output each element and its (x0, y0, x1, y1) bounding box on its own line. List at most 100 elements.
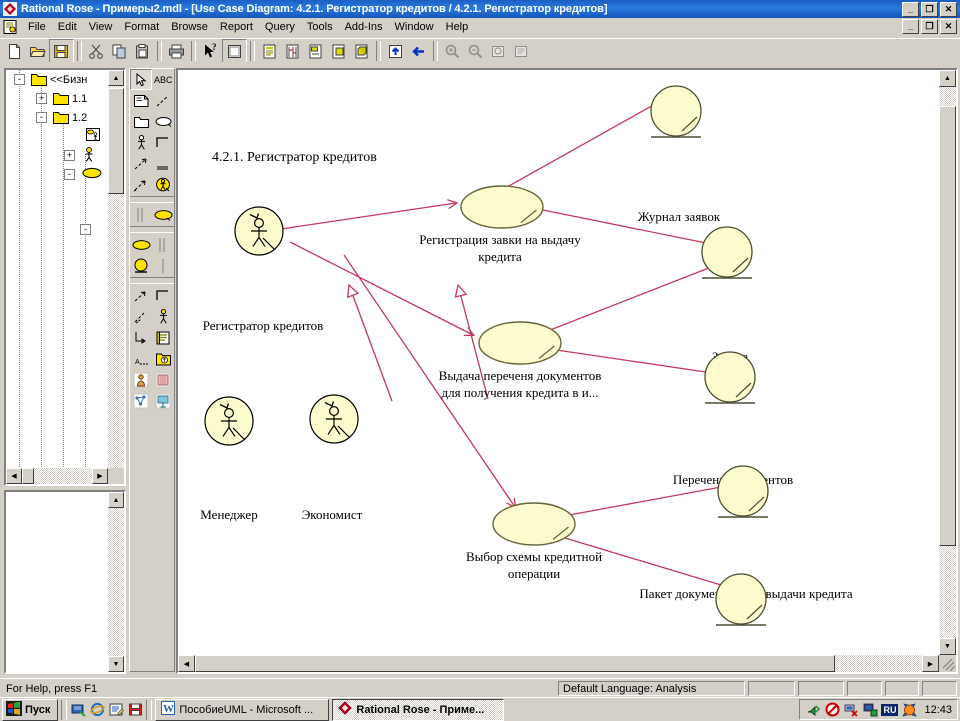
divider-lines-tool[interactable] (130, 204, 152, 225)
tree-toggle[interactable]: - (80, 224, 91, 235)
tree-toggle[interactable]: - (64, 169, 75, 180)
use-case-vydacha-perechenya[interactable] (477, 320, 563, 369)
taskbar-item-rational-rose[interactable]: Rational Rose - Приме... (332, 698, 505, 721)
package-tool[interactable] (130, 111, 152, 132)
open-icon[interactable] (26, 40, 49, 62)
network-disconnected-icon[interactable] (843, 702, 859, 718)
tree-node-1-1[interactable]: + 1.1 (6, 89, 108, 108)
business-use-case-tool[interactable] (152, 204, 174, 225)
scroll-down-button[interactable]: ▼ (939, 638, 956, 655)
scroll-track[interactable] (108, 508, 124, 656)
tree-toggle[interactable]: + (36, 93, 47, 104)
paste-icon[interactable] (131, 40, 154, 62)
business-use-case-realization-tool[interactable] (130, 174, 152, 195)
generalization-tool[interactable] (152, 153, 174, 174)
collaboration-diagram-icon[interactable] (304, 40, 327, 62)
business-worker-tool[interactable] (130, 369, 152, 390)
dependency-tool[interactable] (130, 153, 152, 174)
tree-toggle[interactable]: + (64, 150, 75, 161)
entity-paket-dokumentov[interactable] (716, 464, 776, 525)
scroll-thumb[interactable] (108, 88, 124, 194)
blocked-icon[interactable] (824, 702, 840, 718)
scroll-thumb[interactable] (939, 106, 956, 546)
menu-item-help[interactable]: Help (440, 20, 475, 34)
actor-registrator-kreditov[interactable] (233, 205, 285, 260)
browse-previous-icon[interactable] (407, 40, 430, 62)
language-indicator[interactable]: RU (881, 703, 899, 716)
entity-tool[interactable] (130, 255, 152, 276)
selection-tool[interactable] (130, 69, 152, 90)
internet-explorer-icon[interactable] (89, 702, 105, 718)
interaction-diagram-icon[interactable] (281, 40, 304, 62)
entity-zhurnal-zayavok[interactable] (649, 84, 709, 145)
association-arrow-tool[interactable] (130, 285, 152, 306)
print-icon[interactable] (165, 40, 188, 62)
realize-tool[interactable] (130, 306, 152, 327)
browser-vertical-scrollbar[interactable]: ▲ (108, 70, 124, 468)
business-system-tool[interactable] (152, 369, 174, 390)
browser-horizontal-scrollbar[interactable]: ◀ ▶ (6, 468, 108, 484)
diagram-vertical-scrollbar[interactable]: ▲ ▼ (939, 70, 956, 655)
menu-item-edit[interactable]: Edit (52, 20, 83, 34)
menu-item-report[interactable]: Report (214, 20, 259, 34)
component-diagram-icon[interactable] (327, 40, 350, 62)
menu-item-file[interactable]: File (22, 20, 52, 34)
boundary-tool[interactable] (152, 234, 174, 255)
menu-item-view[interactable]: View (83, 20, 119, 34)
scroll-right-button[interactable]: ▶ (922, 655, 939, 672)
use-case-vybor-shemy[interactable] (491, 501, 577, 550)
use-case-ellipse-tool[interactable] (130, 234, 152, 255)
save-icon[interactable] (49, 39, 74, 63)
scroll-left-button[interactable]: ◀ (6, 468, 22, 484)
anchor-note-tool[interactable] (130, 327, 152, 348)
menu-item-tools[interactable]: Tools (301, 20, 339, 34)
class-diagram-icon[interactable] (258, 40, 281, 62)
menu-item-browse[interactable]: Browse (165, 20, 214, 34)
browse-diagram-icon[interactable] (222, 39, 247, 63)
scroll-up-button[interactable]: ▲ (108, 492, 124, 508)
actor-ekonomist[interactable] (308, 393, 360, 448)
process-tool[interactable] (130, 390, 152, 411)
minimize-button[interactable]: _ (902, 1, 919, 17)
start-button[interactable]: Пуск (2, 698, 59, 721)
fit-in-window-icon[interactable] (487, 40, 510, 62)
documentation-vertical-scrollbar[interactable]: ▲ ▼ (108, 492, 124, 672)
tree-toggle[interactable]: - (36, 112, 47, 123)
restore-button[interactable]: ❐ (921, 1, 938, 17)
scroll-right-button[interactable]: ▶ (92, 468, 108, 484)
menu-item-window[interactable]: Window (389, 20, 440, 34)
scroll-up-button[interactable]: ▲ (939, 70, 956, 87)
entity-shema-kreditnoy-operacii[interactable] (714, 572, 774, 633)
outlook-express-icon[interactable] (108, 702, 124, 718)
menu-item-add-ins[interactable]: Add-Ins (339, 20, 389, 34)
model-tree[interactable]: - <<Бизн + 1.1 - 1.2 + - - (6, 70, 108, 468)
menu-item-format[interactable]: Format (118, 20, 165, 34)
doc-minimize-button[interactable]: _ (902, 19, 919, 34)
business-actor-tool[interactable] (152, 174, 174, 195)
worker-tool[interactable] (152, 306, 174, 327)
scroll-down-button[interactable]: ▼ (108, 656, 124, 672)
close-button[interactable]: ✕ (940, 1, 957, 17)
browser-pane[interactable]: - <<Бизн + 1.1 - 1.2 + - - ▲ ◀ ▶ (4, 68, 126, 486)
business-entity-tool[interactable] (152, 348, 174, 369)
network-icon[interactable] (862, 702, 878, 718)
tree-node-nested[interactable]: - (6, 220, 108, 239)
doc-close-button[interactable]: ✕ (940, 19, 957, 34)
taskbar-item-word[interactable]: W ПособиеUML - Microsoft ... (155, 698, 330, 721)
clock[interactable]: 12:43 (924, 704, 952, 716)
browse-parent-icon[interactable] (384, 40, 407, 62)
save-icon[interactable] (127, 702, 143, 718)
resize-grip[interactable] (939, 655, 956, 672)
show-desktop-icon[interactable] (70, 702, 86, 718)
context-help-icon[interactable]: ? (199, 40, 222, 62)
undo-fit-icon[interactable] (510, 40, 533, 62)
note-anchor-tool[interactable] (152, 90, 174, 111)
use-case-registraciya-zavki[interactable] (459, 184, 545, 233)
copy-icon[interactable] (108, 40, 131, 62)
zoom-out-icon[interactable] (464, 40, 487, 62)
entity-zayavka[interactable] (700, 225, 760, 286)
volume-icon[interactable] (805, 702, 821, 718)
documentation-pane[interactable]: ▲ ▼ (4, 490, 126, 674)
actor-tool[interactable] (130, 132, 152, 153)
menu-item-query[interactable]: Query (259, 20, 301, 34)
